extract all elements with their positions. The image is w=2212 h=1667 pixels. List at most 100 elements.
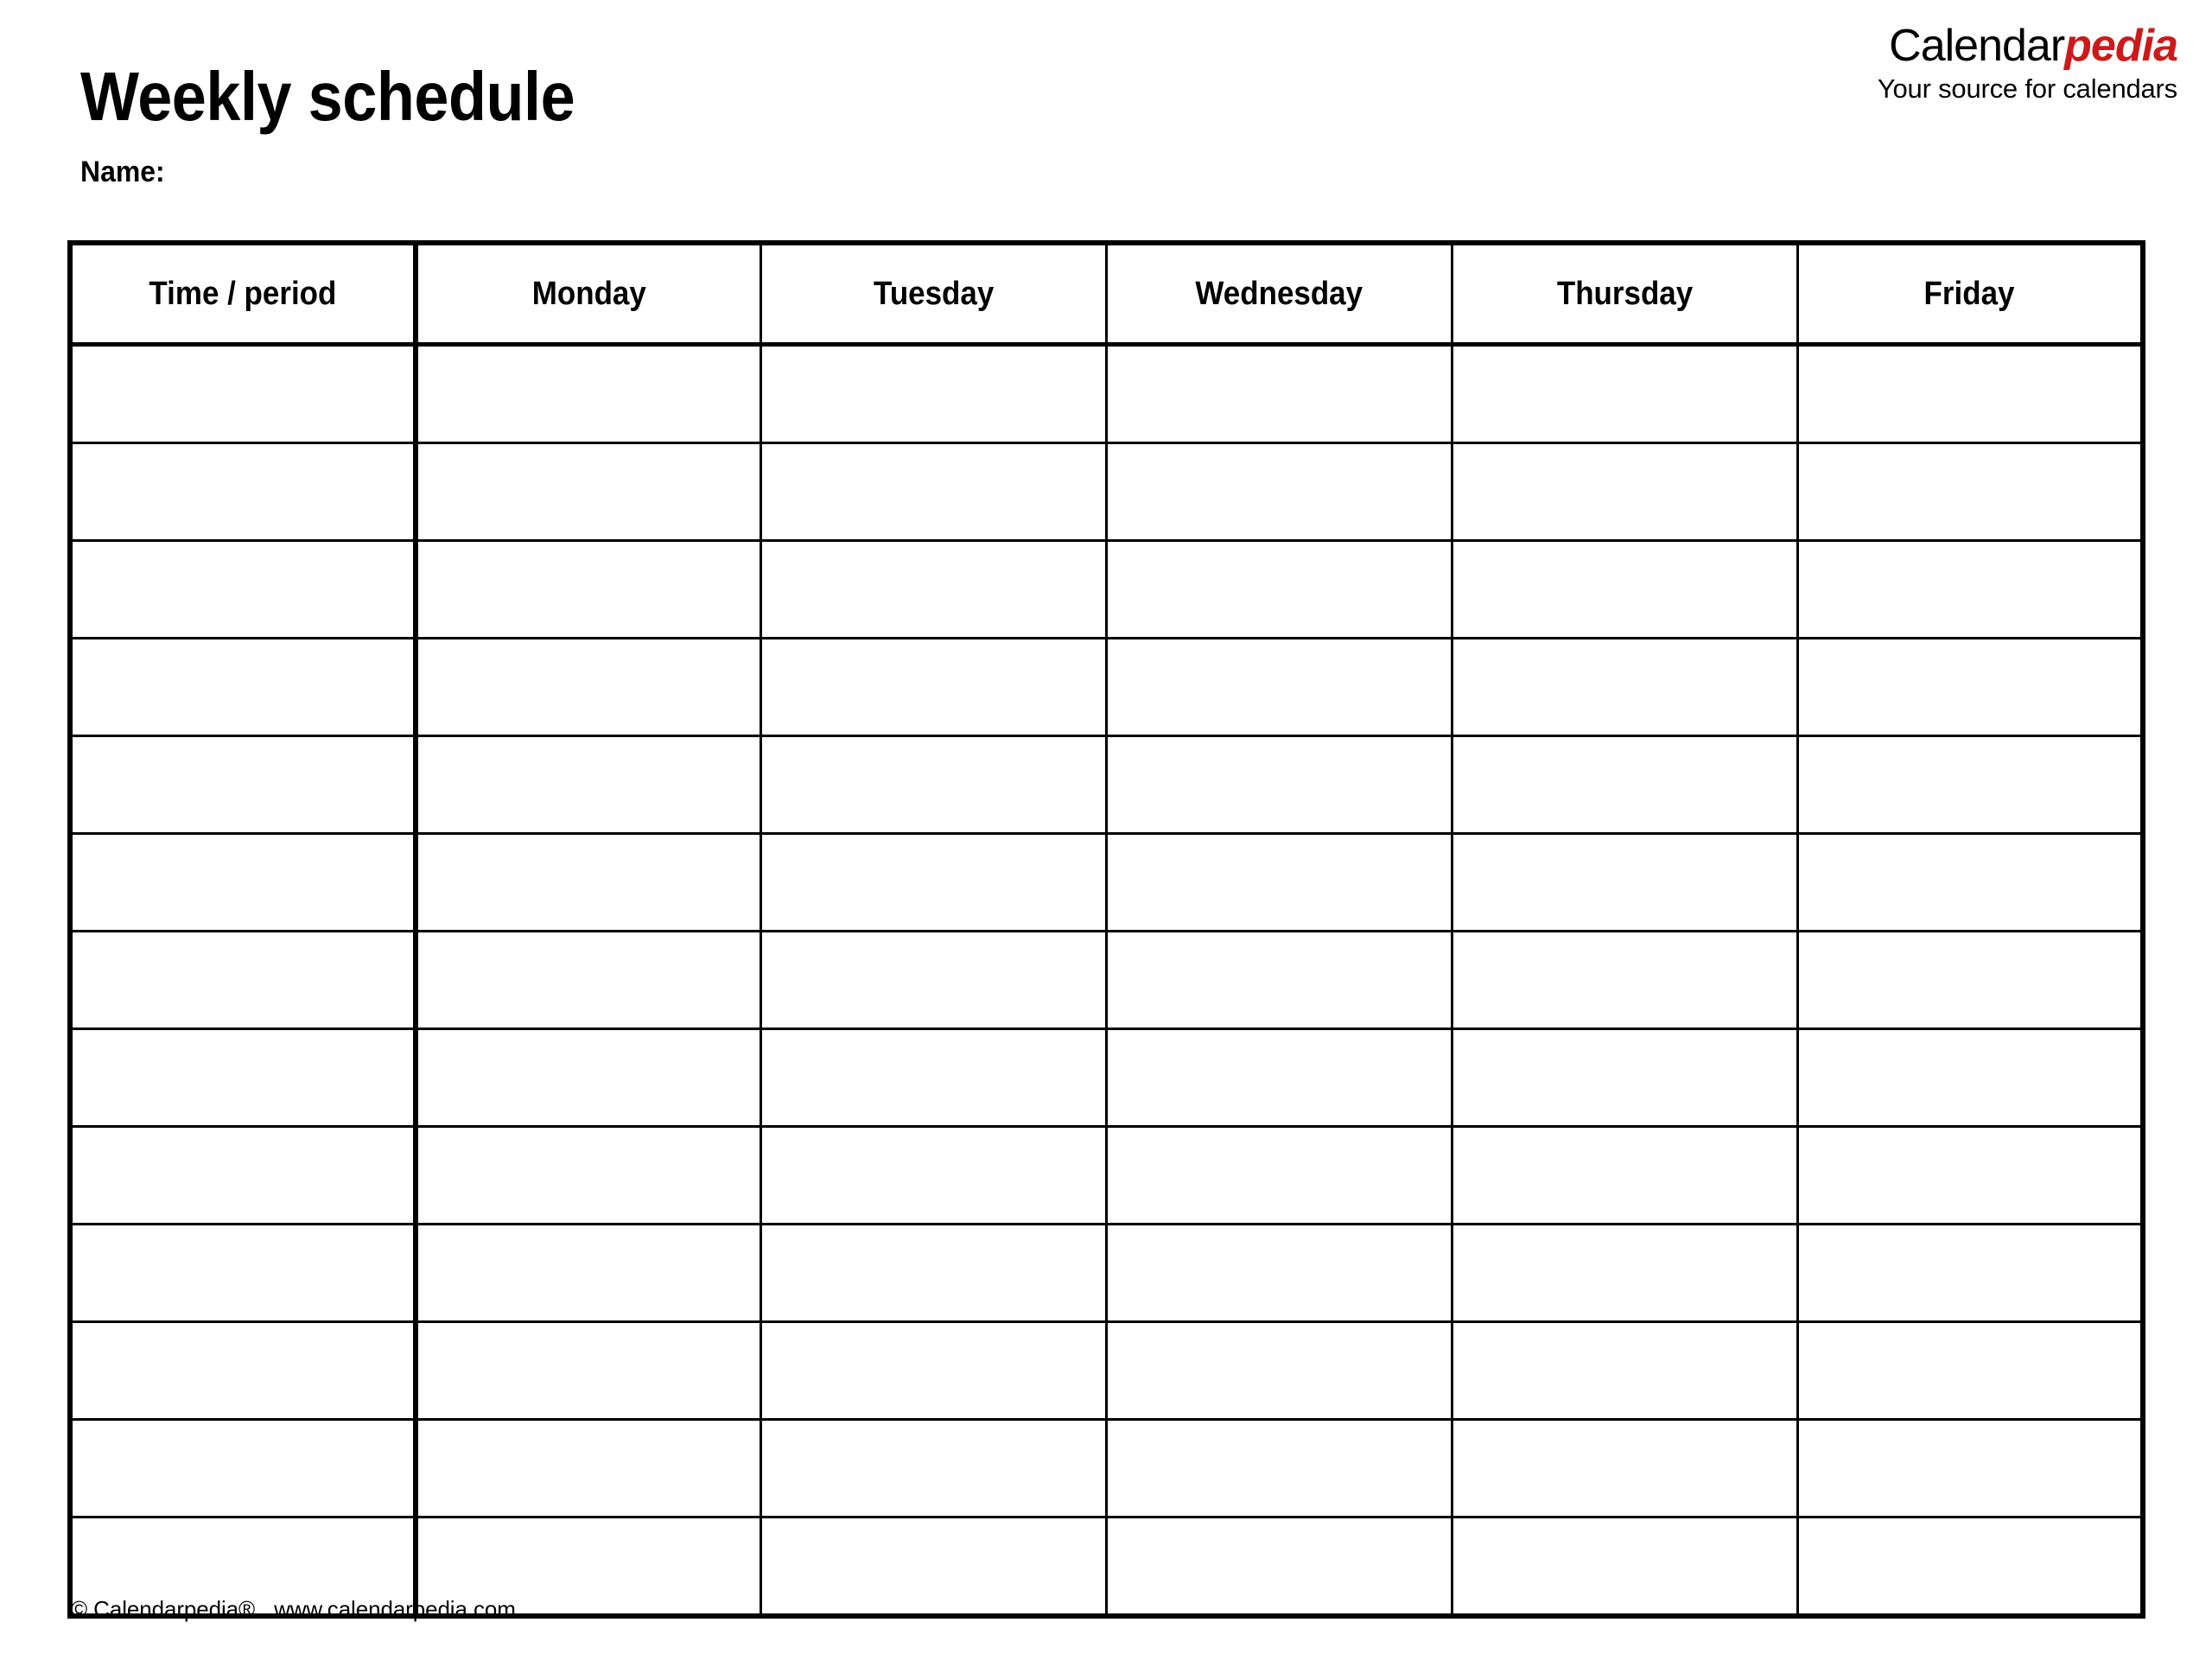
schedule-cell-monday[interactable] [415,833,763,932]
schedule-cell-tuesday[interactable] [760,931,1108,1030]
schedule-cell-monday[interactable] [415,540,763,639]
schedule-cell-monday[interactable] [415,1321,763,1421]
schedule-cell-thursday[interactable] [1452,344,1799,444]
schedule-cell-thursday[interactable] [1452,1126,1799,1225]
table-row [70,540,2143,639]
calendarpedia-logo: Calendarpedia Your source for calendars [1877,21,2178,105]
column-header-label: Time / period [149,275,337,312]
table-row [70,833,2143,932]
schedule-cell-friday[interactable] [1797,1517,2143,1616]
schedule-cell-friday[interactable] [1797,1126,2143,1225]
page-title: Weekly schedule [80,57,575,135]
brand-wordmark: Calendarpedia [1878,21,2178,71]
table-row [70,638,2143,737]
schedule-cell-time[interactable] [70,540,418,639]
table-row [70,1028,2143,1128]
schedule-cell-tuesday[interactable] [760,442,1108,542]
schedule-cell-thursday[interactable] [1452,442,1799,542]
schedule-cell-thursday[interactable] [1452,1419,1799,1518]
schedule-cell-monday[interactable] [415,442,763,542]
schedule-cell-thursday[interactable] [1452,638,1799,737]
schedule-cell-friday[interactable] [1797,344,2143,444]
schedule-cell-tuesday[interactable] [760,1224,1108,1323]
column-header-label: Friday [1923,275,2015,312]
schedule-cell-friday[interactable] [1797,1224,2143,1323]
brand-word-calendar: Calendar [1889,21,2065,71]
schedule-cell-monday[interactable] [415,638,763,737]
schedule-cell-monday[interactable] [415,735,763,835]
schedule-cell-thursday[interactable] [1452,1028,1799,1128]
schedule-cell-friday[interactable] [1797,833,2143,932]
schedule-cell-time[interactable] [70,931,418,1030]
schedule-cell-monday[interactable] [415,1224,763,1323]
schedule-cell-friday[interactable] [1797,1419,2143,1518]
schedule-cell-time[interactable] [70,638,418,737]
schedule-cell-wednesday[interactable] [1106,1028,1453,1128]
schedule-cell-time[interactable] [70,1321,418,1421]
schedule-cell-time[interactable] [70,1419,418,1518]
table-row [70,735,2143,835]
schedule-cell-thursday[interactable] [1452,1321,1799,1421]
schedule-cell-tuesday[interactable] [760,638,1108,737]
schedule-cell-monday[interactable] [415,1126,763,1225]
schedule-cell-friday[interactable] [1797,1028,2143,1128]
schedule-cell-wednesday[interactable] [1106,442,1453,542]
schedule-cell-friday[interactable] [1797,540,2143,639]
column-header-monday: Monday [415,243,763,347]
column-header-friday: Friday [1797,243,2143,347]
schedule-cell-time[interactable] [70,442,418,542]
column-header-label: Tuesday [873,275,995,312]
schedule-cell-monday[interactable] [415,931,763,1030]
table-row [70,931,2143,1030]
schedule-cell-time[interactable] [70,1126,418,1225]
schedule-cell-monday[interactable] [415,1419,763,1518]
schedule-cell-wednesday[interactable] [1106,638,1453,737]
schedule-cell-time[interactable] [70,1028,418,1128]
schedule-cell-thursday[interactable] [1452,1517,1799,1616]
schedule-cell-thursday[interactable] [1452,833,1799,932]
schedule-cell-friday[interactable] [1797,442,2143,542]
schedule-cell-tuesday[interactable] [760,1419,1108,1518]
brand-tagline: Your source for calendars [1877,73,2177,105]
schedule-cell-wednesday[interactable] [1106,1419,1453,1518]
page-header: Weekly schedule Name: Calendarpedia Your… [0,0,2212,240]
schedule-cell-friday[interactable] [1797,638,2143,737]
schedule-cell-wednesday[interactable] [1106,735,1453,835]
schedule-cell-tuesday[interactable] [760,1321,1108,1421]
table-row [70,344,2143,444]
schedule-cell-wednesday[interactable] [1106,931,1453,1030]
schedule-cell-friday[interactable] [1797,735,2143,835]
schedule-cell-time[interactable] [70,735,418,835]
schedule-cell-tuesday[interactable] [760,1028,1108,1128]
schedule-cell-wednesday[interactable] [1106,1517,1453,1616]
schedule-cell-wednesday[interactable] [1106,1126,1453,1225]
schedule-cell-wednesday[interactable] [1106,1224,1453,1323]
schedule-cell-time[interactable] [70,1224,418,1323]
schedule-cell-monday[interactable] [415,344,763,444]
schedule-cell-thursday[interactable] [1452,1224,1799,1323]
schedule-cell-wednesday[interactable] [1106,1321,1453,1421]
schedule-cell-time[interactable] [70,833,418,932]
schedule-cell-tuesday[interactable] [760,344,1108,444]
brand-word-pedia: pedia [2064,21,2178,71]
schedule-cell-tuesday[interactable] [760,1126,1108,1225]
schedule-table-head: Time / period Monday Tuesday Wednesday Thurs… [70,243,2143,347]
column-header-tuesday: Tuesday [760,243,1108,347]
table-row [70,1224,2143,1323]
schedule-cell-wednesday[interactable] [1106,833,1453,932]
schedule-cell-wednesday[interactable] [1106,540,1453,639]
schedule-cell-tuesday[interactable] [760,540,1108,639]
schedule-cell-wednesday[interactable] [1106,344,1453,444]
schedule-cell-tuesday[interactable] [760,735,1108,835]
schedule-cell-thursday[interactable] [1452,931,1799,1030]
schedule-cell-time[interactable] [70,344,418,444]
column-header-label: Wednesday [1195,275,1363,312]
schedule-cell-friday[interactable] [1797,1321,2143,1421]
schedule-cell-monday[interactable] [415,1028,763,1128]
column-header-thursday: Thursday [1452,243,1799,347]
schedule-cell-thursday[interactable] [1452,735,1799,835]
schedule-cell-tuesday[interactable] [760,833,1108,932]
schedule-cell-thursday[interactable] [1452,540,1799,639]
schedule-cell-friday[interactable] [1797,931,2143,1030]
schedule-cell-tuesday[interactable] [760,1517,1108,1616]
